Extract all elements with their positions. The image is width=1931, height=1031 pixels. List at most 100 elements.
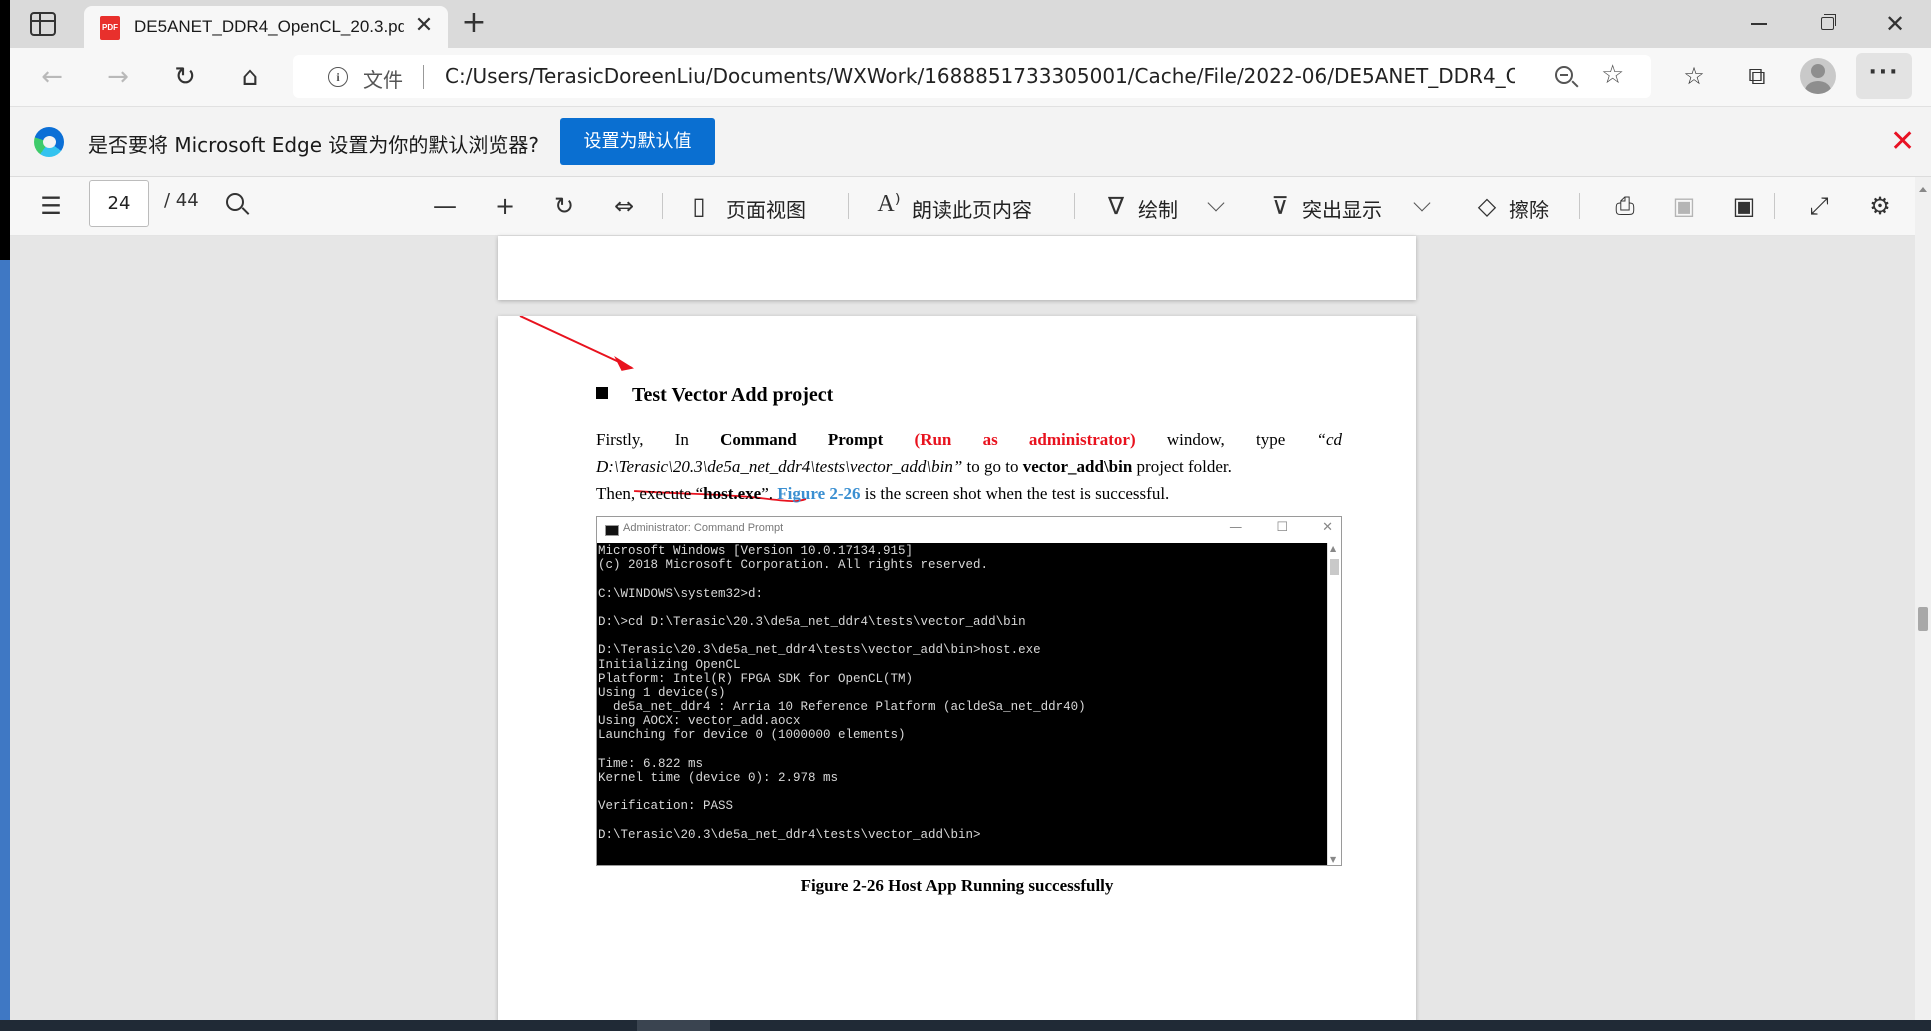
erase-button[interactable]: 擦除 <box>1509 194 1549 223</box>
console-output: Microsoft Windows [Version 10.0.17134.91… <box>597 543 1327 865</box>
highlight-button[interactable]: 突出显示 <box>1302 194 1382 223</box>
tab-close-icon[interactable]: ✕ <box>412 14 436 38</box>
console-window-controls: — ☐ ✕ <box>1229 520 1333 535</box>
console-scrollbar <box>1327 543 1341 865</box>
text-run <box>883 430 914 449</box>
toolbar-divider <box>662 193 663 219</box>
highlight-dropdown-icon[interactable] <box>1413 194 1431 212</box>
infobar-close-icon[interactable]: ✕ <box>1890 125 1915 159</box>
table-of-contents-icon[interactable]: ☰ <box>34 189 68 223</box>
read-aloud-icon[interactable]: A⁾ <box>872 189 906 223</box>
console-screenshot: Administrator: Command Prompt — ☐ ✕ Micr… <box>596 516 1342 866</box>
toolbar-divider <box>1579 193 1580 219</box>
toolbar-divider <box>848 193 849 219</box>
zoom-out-button[interactable]: — <box>428 189 462 223</box>
zoom-in-button[interactable]: + <box>488 189 522 223</box>
home-button[interactable]: ⌂ <box>230 58 270 96</box>
draw-button[interactable]: 绘制 <box>1138 194 1178 223</box>
info-icon[interactable]: i <box>328 67 348 87</box>
taskbar-active-item[interactable] <box>637 1020 710 1031</box>
eraser-icon[interactable]: ◇ <box>1470 189 1504 223</box>
zoom-out-icon[interactable] <box>1555 66 1573 84</box>
search-icon[interactable] <box>226 193 244 211</box>
annotation-arrow <box>519 316 633 369</box>
console-line: C:\WINDOWS\system32>d: <box>598 586 764 601</box>
forward-button[interactable]: → <box>98 58 138 96</box>
draw-icon[interactable]: ∇ <box>1099 189 1133 223</box>
address-bar[interactable]: i 文件 C:/Users/TerasicDoreenLiu/Documents… <box>293 55 1651 98</box>
pdf-viewer[interactable]: Test Vector Add project Firstly, In Comm… <box>10 236 1931 1031</box>
tab-pdf-document[interactable]: PDF DE5ANET_DDR4_OpenCL_20.3.pdf ✕ <box>84 6 448 48</box>
window-close-button[interactable]: ✕ <box>1861 0 1929 48</box>
address-separator <box>423 65 424 89</box>
taskbar <box>0 1020 1931 1031</box>
toolbar-divider <box>1074 193 1075 219</box>
rotate-icon[interactable]: ↻ <box>547 189 581 223</box>
console-title: Administrator: Command Prompt <box>623 522 784 534</box>
console-titlebar: Administrator: Command Prompt — ☐ ✕ <box>597 517 1341 543</box>
reload-button[interactable]: ↻ <box>165 58 205 96</box>
edge-logo-icon <box>34 127 64 157</box>
toolbar-divider <box>1774 193 1775 219</box>
pdf-page: Test Vector Add project Firstly, In Comm… <box>498 316 1416 1031</box>
restore-button[interactable] <box>1793 0 1861 48</box>
draw-dropdown-icon[interactable] <box>1207 194 1225 212</box>
minimize-button[interactable] <box>1725 0 1793 48</box>
text-run: is the screen shot when the test is succ… <box>860 484 1170 503</box>
highlight-icon[interactable]: ⊽ <box>1263 189 1297 223</box>
annotation-arrowhead <box>614 355 634 371</box>
add-favorite-icon[interactable]: ☆ <box>1601 60 1624 90</box>
print-icon[interactable]: ⎙ <box>1608 189 1642 223</box>
text-run: to go to <box>962 457 1023 476</box>
page-total: / 44 <box>164 190 199 211</box>
page-view-icon[interactable]: ▯ <box>682 189 716 223</box>
gear-icon[interactable]: ⚙ <box>1863 189 1897 223</box>
save-as-icon[interactable]: ▣ <box>1727 189 1761 223</box>
console-line: Microsoft Windows [Version 10.0.17134.91… <box>598 544 914 558</box>
section-heading: Test Vector Add project <box>596 384 833 407</box>
console-line: Platform: Intel(R) FPGA SDK for OpenCL(T… <box>598 671 914 686</box>
console-line: (c) 2018 Microsoft Corporation. All righ… <box>598 558 989 573</box>
infobar-message: 是否要将 Microsoft Edge 设置为你的默认浏览器? <box>88 133 540 157</box>
text-run: Then, execute “ <box>596 484 704 503</box>
paragraph-execute: Then, execute “host.exe”. Figure 2-26 is… <box>596 480 1342 507</box>
favorites-icon[interactable]: ☆ <box>1674 56 1714 96</box>
console-line: Verification: PASS <box>598 799 734 814</box>
page-view-button[interactable]: 页面视图 <box>726 194 806 223</box>
fit-width-icon[interactable]: ⇔ <box>607 189 641 223</box>
pdf-file-icon: PDF <box>100 16 120 40</box>
console-line: D:\>cd D:\Terasic\20.3\de5a_net_ddr4\tes… <box>598 614 1026 629</box>
bullet-square <box>596 387 608 399</box>
figure-link[interactable]: Figure 2-26 <box>777 484 860 503</box>
tab-actions-icon[interactable] <box>30 12 56 36</box>
fullscreen-icon[interactable]: ⤢ <box>1802 189 1836 223</box>
tab-title: DE5ANET_DDR4_OpenCL_20.3.pdf <box>134 17 404 36</box>
profile-avatar[interactable] <box>1800 58 1836 94</box>
section-heading-text: Test Vector Add project <box>632 384 834 406</box>
console-line: D:\Terasic\20.3\de5a_net_ddr4\tests\vect… <box>598 643 1041 658</box>
text-bold: Command Prompt <box>720 430 884 449</box>
console-scroll-thumb <box>1330 559 1339 575</box>
new-tab-button[interactable]: + <box>458 8 490 40</box>
save-icon[interactable]: ▣ <box>1667 189 1701 223</box>
text-red-bold: (Run as administrator) <box>914 430 1136 449</box>
text-run: ”. <box>761 484 778 503</box>
back-button[interactable]: ← <box>32 58 72 96</box>
page-number-input[interactable]: 24 <box>89 180 149 227</box>
collections-icon[interactable]: ⧉ <box>1737 56 1777 96</box>
text-run: window, type <box>1135 430 1317 449</box>
scroll-thumb[interactable] <box>1918 607 1928 631</box>
console-line: D:\Terasic\20.3\de5a_net_ddr4\tests\vect… <box>598 827 981 842</box>
cmd-icon <box>605 525 619 536</box>
read-aloud-button[interactable]: 朗读此页内容 <box>912 194 1032 223</box>
text-run: Firstly, In <box>596 430 721 449</box>
set-default-button[interactable]: 设置为默认值 <box>560 118 715 165</box>
tab-strip: PDF DE5ANET_DDR4_OpenCL_20.3.pdf ✕ + ✕ <box>10 0 1931 48</box>
settings-more-button[interactable]: ··· <box>1856 53 1912 99</box>
document-scrollbar[interactable] <box>1915 177 1931 1020</box>
url-text[interactable]: C:/Users/TerasicDoreenLiu/Documents/WXWo… <box>445 64 1515 88</box>
